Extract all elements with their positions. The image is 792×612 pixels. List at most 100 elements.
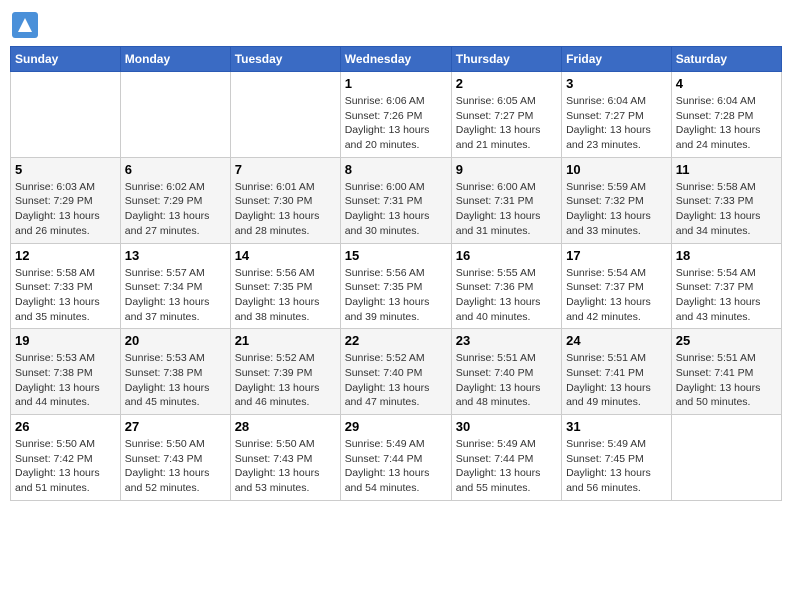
calendar-cell: [230, 72, 340, 158]
logo-icon: [10, 10, 40, 40]
day-number: 13: [125, 248, 226, 263]
day-number: 30: [456, 419, 557, 434]
day-info: Sunrise: 5:50 AM Sunset: 7:42 PM Dayligh…: [15, 437, 116, 496]
day-number: 7: [235, 162, 336, 177]
day-info: Sunrise: 5:58 AM Sunset: 7:33 PM Dayligh…: [15, 266, 116, 325]
day-info: Sunrise: 5:58 AM Sunset: 7:33 PM Dayligh…: [676, 180, 777, 239]
day-number: 19: [15, 333, 116, 348]
day-info: Sunrise: 5:54 AM Sunset: 7:37 PM Dayligh…: [676, 266, 777, 325]
calendar-cell: [671, 415, 781, 501]
calendar-cell: 28 Sunrise: 5:50 AM Sunset: 7:43 PM Dayli…: [230, 415, 340, 501]
day-info: Sunrise: 5:53 AM Sunset: 7:38 PM Dayligh…: [125, 351, 226, 410]
calendar-table: SundayMondayTuesdayWednesdayThursdayFrid…: [10, 46, 782, 501]
day-info: Sunrise: 5:53 AM Sunset: 7:38 PM Dayligh…: [15, 351, 116, 410]
day-info: Sunrise: 5:51 AM Sunset: 7:41 PM Dayligh…: [676, 351, 777, 410]
day-number: 1: [345, 76, 447, 91]
day-info: Sunrise: 6:04 AM Sunset: 7:28 PM Dayligh…: [676, 94, 777, 153]
calendar-cell: [120, 72, 230, 158]
day-number: 27: [125, 419, 226, 434]
calendar-cell: 23 Sunrise: 5:51 AM Sunset: 7:40 PM Dayli…: [451, 329, 561, 415]
calendar-cell: 13 Sunrise: 5:57 AM Sunset: 7:34 PM Dayli…: [120, 243, 230, 329]
calendar-cell: 22 Sunrise: 5:52 AM Sunset: 7:40 PM Dayli…: [340, 329, 451, 415]
day-number: 17: [566, 248, 667, 263]
calendar-cell: 18 Sunrise: 5:54 AM Sunset: 7:37 PM Dayli…: [671, 243, 781, 329]
day-info: Sunrise: 5:50 AM Sunset: 7:43 PM Dayligh…: [125, 437, 226, 496]
day-number: 26: [15, 419, 116, 434]
day-info: Sunrise: 5:51 AM Sunset: 7:41 PM Dayligh…: [566, 351, 667, 410]
day-number: 4: [676, 76, 777, 91]
calendar-cell: 29Sunrise: 5:49 AM Sunset: 7:44 PM Dayli…: [340, 415, 451, 501]
calendar-cell: 10Sunrise: 5:59 AM Sunset: 7:32 PM Dayli…: [562, 157, 672, 243]
calendar-cell: 24Sunrise: 5:51 AM Sunset: 7:41 PM Dayli…: [562, 329, 672, 415]
day-header-wednesday: Wednesday: [340, 47, 451, 72]
day-info: Sunrise: 5:59 AM Sunset: 7:32 PM Dayligh…: [566, 180, 667, 239]
day-header-sunday: Sunday: [11, 47, 121, 72]
day-number: 18: [676, 248, 777, 263]
day-info: Sunrise: 5:50 AM Sunset: 7:43 PM Dayligh…: [235, 437, 336, 496]
day-info: Sunrise: 5:54 AM Sunset: 7:37 PM Dayligh…: [566, 266, 667, 325]
day-number: 22: [345, 333, 447, 348]
day-info: Sunrise: 5:49 AM Sunset: 7:45 PM Dayligh…: [566, 437, 667, 496]
day-info: Sunrise: 5:55 AM Sunset: 7:36 PM Dayligh…: [456, 266, 557, 325]
calendar-cell: 14 Sunrise: 5:56 AM Sunset: 7:35 PM Dayli…: [230, 243, 340, 329]
day-info: Sunrise: 6:05 AM Sunset: 7:27 PM Dayligh…: [456, 94, 557, 153]
calendar-cell: 25Sunrise: 5:51 AM Sunset: 7:41 PM Dayli…: [671, 329, 781, 415]
calendar-cell: 3 Sunrise: 6:04 AM Sunset: 7:27 PM Daylig…: [562, 72, 672, 158]
calendar-cell: 15 Sunrise: 5:56 AM Sunset: 7:35 PM Dayli…: [340, 243, 451, 329]
day-number: 6: [125, 162, 226, 177]
day-info: Sunrise: 5:56 AM Sunset: 7:35 PM Dayligh…: [345, 266, 447, 325]
day-info: Sunrise: 6:01 AM Sunset: 7:30 PM Dayligh…: [235, 180, 336, 239]
logo: [10, 10, 44, 40]
day-number: 14: [235, 248, 336, 263]
day-number: 3: [566, 76, 667, 91]
calendar-cell: 4 Sunrise: 6:04 AM Sunset: 7:28 PM Daylig…: [671, 72, 781, 158]
day-header-tuesday: Tuesday: [230, 47, 340, 72]
calendar-cell: [11, 72, 121, 158]
day-info: Sunrise: 5:57 AM Sunset: 7:34 PM Dayligh…: [125, 266, 226, 325]
calendar-cell: 1Sunrise: 6:06 AM Sunset: 7:26 PM Daylig…: [340, 72, 451, 158]
day-info: Sunrise: 5:52 AM Sunset: 7:40 PM Dayligh…: [345, 351, 447, 410]
day-number: 5: [15, 162, 116, 177]
calendar-cell: 7 Sunrise: 6:01 AM Sunset: 7:30 PM Daylig…: [230, 157, 340, 243]
day-info: Sunrise: 5:56 AM Sunset: 7:35 PM Dayligh…: [235, 266, 336, 325]
day-header-friday: Friday: [562, 47, 672, 72]
calendar-cell: 21 Sunrise: 5:52 AM Sunset: 7:39 PM Dayli…: [230, 329, 340, 415]
calendar-cell: 31 Sunrise: 5:49 AM Sunset: 7:45 PM Dayli…: [562, 415, 672, 501]
day-number: 8: [345, 162, 447, 177]
day-number: 21: [235, 333, 336, 348]
day-info: Sunrise: 6:04 AM Sunset: 7:27 PM Dayligh…: [566, 94, 667, 153]
day-header-thursday: Thursday: [451, 47, 561, 72]
day-header-monday: Monday: [120, 47, 230, 72]
calendar-cell: 11 Sunrise: 5:58 AM Sunset: 7:33 PM Dayli…: [671, 157, 781, 243]
calendar-cell: 16 Sunrise: 5:55 AM Sunset: 7:36 PM Dayli…: [451, 243, 561, 329]
day-info: Sunrise: 6:00 AM Sunset: 7:31 PM Dayligh…: [456, 180, 557, 239]
day-info: Sunrise: 6:03 AM Sunset: 7:29 PM Dayligh…: [15, 180, 116, 239]
day-info: Sunrise: 5:49 AM Sunset: 7:44 PM Dayligh…: [345, 437, 447, 496]
day-info: Sunrise: 5:49 AM Sunset: 7:44 PM Dayligh…: [456, 437, 557, 496]
day-number: 2: [456, 76, 557, 91]
calendar-cell: 26 Sunrise: 5:50 AM Sunset: 7:42 PM Dayli…: [11, 415, 121, 501]
day-info: Sunrise: 6:00 AM Sunset: 7:31 PM Dayligh…: [345, 180, 447, 239]
calendar-cell: 5 Sunrise: 6:03 AM Sunset: 7:29 PM Daylig…: [11, 157, 121, 243]
page-header: [10, 10, 782, 40]
calendar-cell: 19 Sunrise: 5:53 AM Sunset: 7:38 PM Dayli…: [11, 329, 121, 415]
calendar-cell: 9 Sunrise: 6:00 AM Sunset: 7:31 PM Daylig…: [451, 157, 561, 243]
day-number: 16: [456, 248, 557, 263]
day-number: 11: [676, 162, 777, 177]
calendar-cell: 27 Sunrise: 5:50 AM Sunset: 7:43 PM Dayli…: [120, 415, 230, 501]
day-number: 15: [345, 248, 447, 263]
day-number: 9: [456, 162, 557, 177]
day-number: 28: [235, 419, 336, 434]
day-info: Sunrise: 6:02 AM Sunset: 7:29 PM Dayligh…: [125, 180, 226, 239]
day-number: 20: [125, 333, 226, 348]
calendar-cell: 2 Sunrise: 6:05 AM Sunset: 7:27 PM Daylig…: [451, 72, 561, 158]
calendar-cell: 20 Sunrise: 5:53 AM Sunset: 7:38 PM Dayli…: [120, 329, 230, 415]
day-number: 31: [566, 419, 667, 434]
day-header-saturday: Saturday: [671, 47, 781, 72]
day-number: 12: [15, 248, 116, 263]
calendar-cell: 30 Sunrise: 5:49 AM Sunset: 7:44 PM Dayli…: [451, 415, 561, 501]
calendar-cell: 6 Sunrise: 6:02 AM Sunset: 7:29 PM Daylig…: [120, 157, 230, 243]
day-number: 23: [456, 333, 557, 348]
day-info: Sunrise: 5:52 AM Sunset: 7:39 PM Dayligh…: [235, 351, 336, 410]
day-info: Sunrise: 5:51 AM Sunset: 7:40 PM Dayligh…: [456, 351, 557, 410]
